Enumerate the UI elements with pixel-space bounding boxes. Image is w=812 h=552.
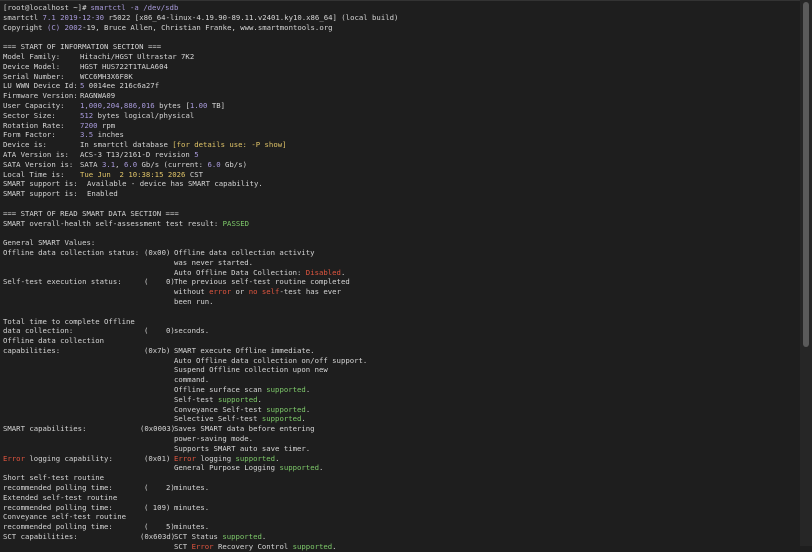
odc-cap-row-2: capabilities: (0x7b) SMART execute Offline… [3,345,315,355]
serial-row: Serial Number: WCC6MH3X6F8K [3,71,133,81]
version-line: smartctl 7.1 2019-12-30 r5022 [x86_64-li… [3,12,399,22]
lu-wwn-row: LU WWN Device Id: 5 0014ee 216c6a27f [3,81,160,91]
firmware-row: Firmware Version: RAGNWA09 [3,91,116,101]
total-time-row-2: data collection:( 0) seconds. [3,326,210,336]
device-is-row: Device is: In smartctl database [for deta… [3,140,287,150]
smart-support-row-2: SMART support is: Enabled [3,189,118,199]
rotation-row: Rotation Rate: 7200 rpm [3,120,116,130]
capacity-row: User Capacity: 1,000,204,886,016 bytes [1… [3,100,225,110]
health-row: SMART overall-health self-assessment tes… [3,218,250,228]
odc-cap-cont: Auto Offline data collection on/off supp… [174,355,368,365]
scrollbar-thumb[interactable] [803,2,809,347]
odc-cap-row-1: Offline data collection [3,336,105,346]
odc-status-row: Offline data collection status: (0x00) Off… [3,247,315,257]
sct-cap-row: SCT capabilities: (0x603d) SCT Status supp… [3,532,267,542]
odc-cap-cont: Conveyance Self-test supported. [174,404,311,414]
sct-cap-cont: SCT Error Recovery Control supported. [174,541,337,551]
smart-cap-row: SMART capabilities: (0x0003) Saves SMART d… [3,424,315,434]
command-text: smartctl -a /dev/sdb [90,3,179,12]
info-section-title: === START OF INFORMATION SECTION === [3,42,162,52]
odc-status-cont-2: Auto Offline Data Collection: Disabled. [174,267,346,277]
smart-support-row-1: SMART support is: Available - device has … [3,179,263,189]
odc-cap-cont: Suspend Offline collection upon new [174,365,328,375]
conveyance-test-row-2: recommended polling time:( 5) minutes. [3,522,210,532]
local-time-row: Local Time is: Tue Jun 2 10:38:15 2026 CS… [3,169,204,179]
command-line: [root@localhost ~]# smartctl -a /dev/sdb [3,3,800,13]
odc-cap-cont: Offline surface scan supported. [174,385,311,395]
health-status: PASSED [222,218,250,228]
short-test-row-2: recommended polling time:( 2) minutes. [3,483,210,493]
selftest-status-cont-2: been run. [174,296,214,306]
smart-cap-cont: Supports SMART auto save timer. [174,443,311,453]
shell-prompt: [root@localhost ~]# [3,3,87,12]
model-family-row: Model Family: Hitachi/HGST Ultrastar 7K2 [3,51,195,61]
selftest-status-cont-1: without error or no self-test has ever [174,287,341,297]
smart-cap-cont: power-saving mode. [174,434,254,444]
vertical-scrollbar[interactable] [800,0,812,546]
error-log-row: Error logging capability: (0x01) Error log… [3,453,280,463]
form-factor-row: Form Factor: 3.5 inches [3,130,124,140]
total-time-row-1: Total time to complete Offline [3,316,135,326]
read-section-title: === START OF READ SMART DATA SECTION === [3,208,179,218]
ata-version-row: ATA Version is: ACS-3 T13/2161-D revision… [3,149,199,159]
general-values-title: General SMART Values: [3,238,96,248]
extended-test-row-2: recommended polling time:( 109) minutes. [3,502,210,512]
short-test-row-1: Short self-test routine [3,473,105,483]
top-border [0,0,800,1]
terminal-output[interactable]: [root@localhost ~]# smartctl -a /dev/sdb … [0,0,800,551]
odc-cap-cont: Selective Self-test supported. [174,414,306,424]
error-log-cont: General Purpose Logging supported. [174,463,324,473]
extended-test-row-1: Extended self-test routine [3,492,118,502]
conveyance-test-row-1: Conveyance self-test routine [3,512,127,522]
selftest-status-row: Self-test execution status:( 0) The previ… [3,277,350,287]
odc-status-cont-1: was never started. [174,257,254,267]
odc-cap-cont: Self-test supported. [174,394,262,404]
sector-row: Sector Size: 512 bytes logical/physical [3,110,195,120]
sata-version-row: SATA Version is: SATA 3.1, 6.0 Gb/s (curr… [3,159,247,169]
device-model-row: Device Model: HGST HUS722T1TALA604 [3,61,168,71]
odc-cap-cont: command. [174,375,210,385]
copyright-line: Copyright (C) 2002-19, Bruce Allen, Chri… [3,22,333,32]
